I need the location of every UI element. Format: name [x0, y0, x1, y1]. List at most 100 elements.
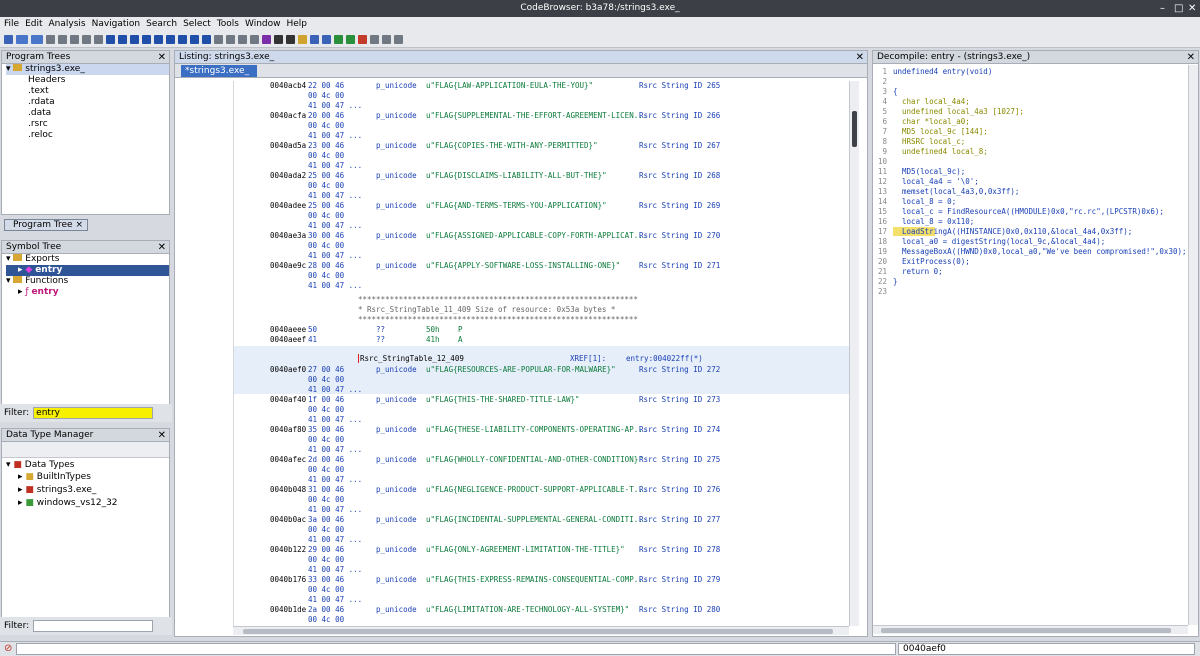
tool-icon[interactable] [298, 34, 307, 44]
decompile-line[interactable]: 17 LoadStringA((HINSTANCE)0x0,0x110,&loc… [875, 227, 1185, 237]
tool-icon[interactable] [382, 34, 391, 44]
menu-select[interactable]: Select [183, 17, 211, 31]
close-icon[interactable]: ✕ [158, 51, 166, 64]
next-bookmark-icon[interactable] [178, 34, 187, 44]
close-icon[interactable]: ✕ [856, 51, 864, 64]
menu-analysis[interactable]: Analysis [49, 17, 86, 31]
decompile-line[interactable]: 1 undefined4 entry(void) [875, 67, 1185, 77]
tree-node-section[interactable]: .reloc [6, 130, 169, 141]
nav-icon[interactable] [94, 34, 103, 44]
next-function-icon[interactable] [202, 34, 211, 44]
tree-node-exports[interactable]: ▾ Exports [6, 254, 169, 265]
decompile-line[interactable]: 14 local_8 = 0; [875, 197, 1185, 207]
decompile-line[interactable]: 6 char *local_a0; [875, 117, 1185, 127]
tree-node-data-types[interactable]: ▾ ■ Data Types [6, 460, 169, 471]
close-icon[interactable]: ✕ [158, 429, 166, 442]
decompile-line[interactable]: 8 HRSRC local_c; [875, 137, 1185, 147]
next-label-icon[interactable] [154, 34, 163, 44]
listing-horizontal-scrollbar[interactable] [233, 626, 849, 635]
tree-node-functions[interactable]: ▾ Functions [6, 276, 169, 287]
tool-icon[interactable] [286, 34, 295, 44]
dtm-filter-input[interactable] [33, 620, 154, 632]
decompile-line[interactable]: 3{ [875, 87, 1185, 97]
close-icon[interactable]: ✕ [158, 241, 166, 254]
tree-node-section[interactable]: .text [6, 86, 169, 97]
decompile-line[interactable]: 7 MD5 local_9c [144]; [875, 127, 1185, 137]
decompile-vertical-scrollbar[interactable] [1188, 65, 1198, 625]
decompile-line[interactable]: 20 ExitProcess(0); [875, 257, 1185, 267]
tree-node-section[interactable]: .rsrc [6, 119, 169, 130]
decompile-line[interactable]: 5 undefined local_4a3 [1027]; [875, 107, 1185, 117]
save-icon[interactable] [4, 34, 13, 44]
decompile-line[interactable]: 13 memset(local_4a3,0,0x3ff); [875, 187, 1185, 197]
tool-icon[interactable] [370, 34, 379, 44]
menu-edit[interactable]: Edit [25, 17, 42, 31]
nav-icon[interactable] [46, 34, 55, 44]
scroll-thumb[interactable] [852, 111, 857, 147]
tree-node-builtin[interactable]: ▸ ■ BuiltInTypes [6, 471, 169, 484]
tree-node-section[interactable]: Headers [6, 75, 169, 86]
label[interactable]: Rsrc_StringTable_12_409 [360, 354, 464, 363]
minimize-button[interactable]: – [1160, 0, 1165, 17]
tab-listing-file[interactable]: *strings3.exe_ ✕ [181, 65, 257, 88]
next-byte-icon[interactable] [190, 34, 199, 44]
tool-icon[interactable] [394, 34, 403, 44]
decompile-line[interactable]: 11 MD5(local_9c); [875, 167, 1185, 177]
nav-icon[interactable] [70, 34, 79, 44]
tool-icon[interactable] [346, 34, 355, 44]
xref-target[interactable]: entry:004022ff(*) [626, 354, 703, 363]
tree-node-section[interactable]: .data [6, 108, 169, 119]
scroll-thumb[interactable] [881, 628, 1171, 633]
decompile-line[interactable]: 9 undefined4 local_8; [875, 147, 1185, 157]
decompile-line[interactable]: 2 [875, 77, 1185, 87]
tool-icon[interactable] [322, 34, 331, 44]
scroll-thumb[interactable] [243, 629, 833, 634]
next-defined-icon[interactable] [130, 34, 139, 44]
menu-file[interactable]: File [4, 17, 19, 31]
decompile-line[interactable]: 21 return 0; [875, 267, 1185, 277]
tool-icon[interactable] [310, 34, 319, 44]
decompile-line[interactable]: 19 MessageBoxA((HWND)0x0,local_a0,"We've… [875, 247, 1187, 257]
tree-node-program[interactable]: ▸ ■ strings3.exe_ [6, 484, 169, 497]
next-data-icon[interactable] [106, 34, 115, 44]
menu-help[interactable]: Help [287, 17, 308, 31]
listing-body[interactable]: 0040acb4 22 00 46 p_unicode u"FLAG{LAW-APPL… [233, 81, 849, 626]
nav-icon[interactable] [58, 34, 67, 44]
next-instruction-icon[interactable] [118, 34, 127, 44]
maximize-button[interactable]: □ [1174, 0, 1183, 17]
decompile-line[interactable]: 10 [875, 157, 1185, 167]
nav-icon[interactable] [82, 34, 91, 44]
tree-node-windows[interactable]: ▸ ■ windows_vs12_32 [6, 497, 169, 510]
tool-icon[interactable] [214, 34, 223, 44]
forward-arrow-icon[interactable] [31, 34, 43, 44]
symbol-filter-input[interactable]: entry [33, 407, 154, 419]
decompile-line[interactable]: 12 local_4a4 = '\0'; [875, 177, 1185, 187]
decompile-line[interactable]: 15 local_c = FindResourceA((HMODULE)0x0,… [875, 207, 1185, 217]
decompile-line[interactable]: 4 char local_4a4; [875, 97, 1185, 107]
tree-node-export-entry[interactable]: ▸ ◆ entry [6, 265, 169, 276]
tree-node-section[interactable]: .rdata [6, 97, 169, 108]
close-window-button[interactable]: ✕ [1188, 0, 1196, 17]
back-arrow-icon[interactable] [16, 34, 28, 44]
menu-tools[interactable]: Tools [217, 17, 239, 31]
tree-node-function-entry[interactable]: ▸ ƒ entry [6, 287, 169, 298]
decompile-line[interactable]: 18 local_a0 = digestString(local_9c,&loc… [875, 237, 1185, 247]
menu-navigation[interactable]: Navigation [92, 17, 141, 31]
tool-icon[interactable] [358, 34, 367, 44]
menu-window[interactable]: Window [245, 17, 281, 31]
next-undefined-icon[interactable] [142, 34, 151, 44]
decompile-line[interactable]: 23 [875, 287, 1185, 297]
undo-icon[interactable] [238, 34, 247, 44]
close-icon[interactable]: ✕ [1187, 51, 1195, 64]
tool-icon[interactable] [226, 34, 235, 44]
decompile-horizontal-scrollbar[interactable] [873, 625, 1188, 634]
check-icon[interactable] [262, 34, 271, 44]
menu-search[interactable]: Search [146, 17, 177, 31]
run-icon[interactable] [334, 34, 343, 44]
next-function-icon[interactable] [166, 34, 175, 44]
tree-node-root[interactable]: ▾ strings3.exe_ [6, 64, 169, 75]
redo-icon[interactable] [250, 34, 259, 44]
tab-program-tree[interactable]: Program Tree × [4, 219, 88, 231]
tool-icon[interactable] [274, 34, 283, 44]
decompile-line[interactable]: 16 local_8 = 0x110; [875, 217, 1185, 227]
